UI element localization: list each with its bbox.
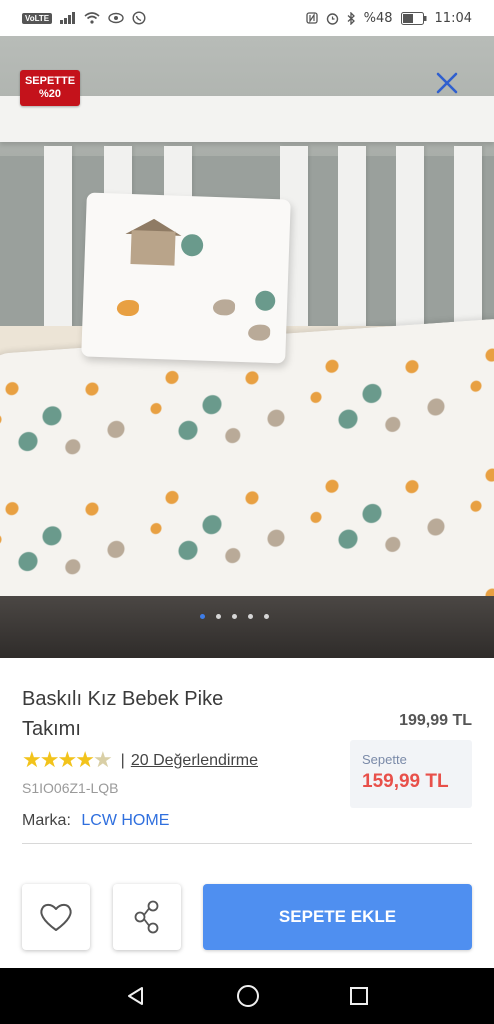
rating-stars: ★★★★★ [22,748,113,773]
clock: 11:04 [434,10,472,26]
bluetooth-icon [347,11,355,25]
eye-icon [108,12,124,24]
back-icon[interactable] [125,985,147,1007]
recents-icon[interactable] [349,986,369,1006]
share-icon[interactable] [134,900,160,934]
rating-separator: | [120,751,125,769]
wifi-icon [84,12,100,24]
brand-link[interactable]: LCW HOME [81,812,169,829]
battery-percent: %48 [363,10,393,26]
badge-line1: SEPETTE [24,75,76,87]
share-button[interactable] [113,884,181,950]
house-print [130,230,176,266]
close-button[interactable] [432,68,462,98]
patterned-pillow [81,192,291,364]
brand-row: Marka: LCW HOME [22,812,169,830]
carousel-indicator [200,614,269,619]
add-to-cart-button[interactable]: SEPETE EKLE [203,884,472,950]
floor [0,596,494,658]
tree-print [180,233,204,257]
hen-print [247,324,271,341]
carousel-dot[interactable] [264,614,269,619]
carousel-dot[interactable] [232,614,237,619]
home-icon[interactable] [236,984,260,1008]
system-nav-bar [0,968,494,1024]
cart-price-label: Sepette [362,752,407,767]
hen-print [116,299,140,317]
product-sku: S1IO06Z1-LQB [22,780,119,796]
reviews-link[interactable]: 20 Değerlendirme [131,752,258,770]
hen-print [212,298,236,316]
cart-price: 159,99 TL [362,771,449,792]
carousel-dot[interactable] [216,614,221,619]
tree-print [254,290,276,312]
favorite-button[interactable] [22,884,90,950]
divider [22,843,472,844]
carousel-dot[interactable] [248,614,253,619]
badge-line2: %20 [38,88,62,100]
battery-icon [400,11,427,25]
brand-label: Marka: [22,812,71,829]
status-bar: VoLTE %48 11:04 [0,0,494,36]
status-left: VoLTE [22,11,146,25]
alarm-icon [326,12,338,25]
original-price: 199,99 TL [399,712,472,729]
whatsapp-icon [132,11,146,25]
carousel-dot[interactable] [200,614,205,619]
nfc-icon [305,12,318,24]
product-title: Baskılı Kız Bebek Pike Takımı [22,688,224,740]
volte-indicator: VoLTE [22,12,53,24]
cart-price-box: Sepette 159,99 TL [350,740,472,808]
signal-icon [60,12,76,24]
status-right: %48 11:04 [305,10,472,26]
heart-icon[interactable] [38,901,74,933]
discount-badge: SEPETTE %20 [20,70,80,106]
rating-row: ★★★★★ | 20 Değerlendirme [22,748,258,773]
product-image-carousel[interactable]: SEPETTE %20 [0,36,494,658]
close-icon[interactable] [432,68,462,98]
product-info: Baskılı Kız Bebek Pike Takımı 199,99 TL … [0,658,494,968]
